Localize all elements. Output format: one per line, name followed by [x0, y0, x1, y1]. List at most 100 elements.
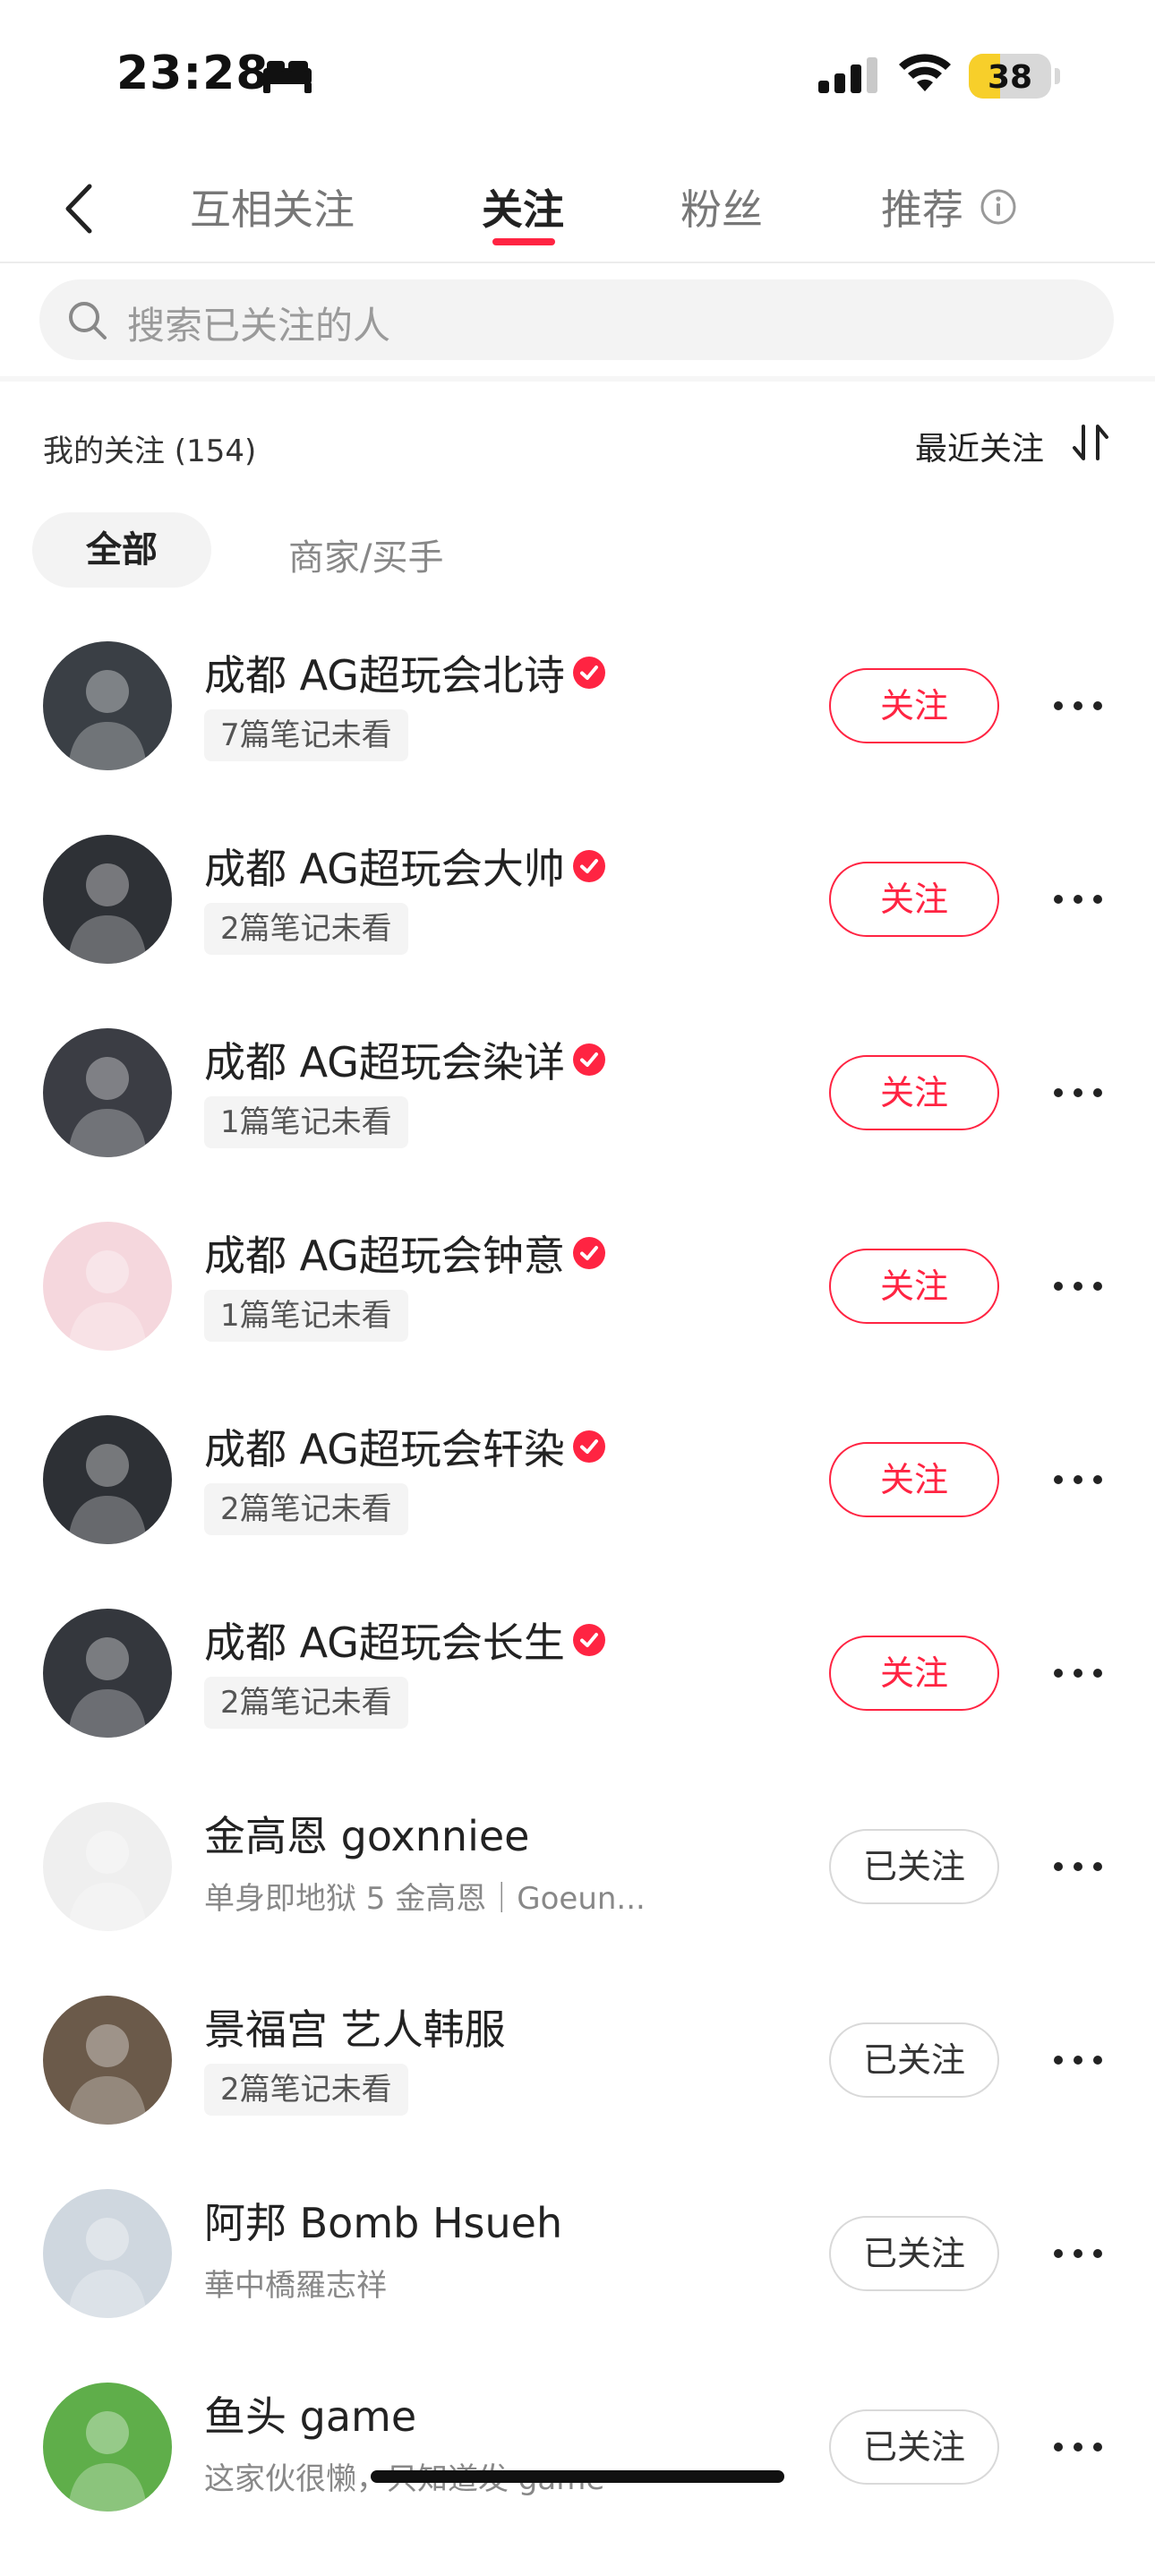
tab-following[interactable]: 关注: [482, 177, 564, 236]
filter-merchant[interactable]: 商家/买手: [288, 528, 443, 580]
avatar-silhouette-icon: [68, 1057, 147, 1157]
user-name[interactable]: 成都 AG超玩会染详: [204, 1038, 565, 1086]
following-button[interactable]: 已关注: [829, 2216, 999, 2291]
unread-notes-tag: 1篇笔记未看: [204, 1290, 408, 1342]
home-indicator[interactable]: [371, 2470, 784, 2483]
follow-button[interactable]: 关注: [829, 1442, 999, 1517]
user-name[interactable]: 阿邦 Bomb Hsueh: [204, 2199, 562, 2247]
search-input[interactable]: 搜索已关注的人: [39, 279, 1114, 360]
follow-button[interactable]: 关注: [829, 1249, 999, 1324]
user-name[interactable]: 成都 AG超玩会轩染: [204, 1425, 565, 1473]
tab-recommend[interactable]: 推荐: [881, 177, 963, 236]
unread-notes-tag: 2篇笔记未看: [204, 1483, 408, 1535]
avatar[interactable]: [43, 835, 172, 964]
more-options-icon[interactable]: [1051, 1666, 1105, 1680]
filter-all[interactable]: 全部: [32, 512, 211, 588]
avatar[interactable]: [43, 1996, 172, 2125]
status-bar: 23:28 38: [0, 0, 1155, 152]
avatar-silhouette-icon: [68, 863, 147, 964]
verified-badge-icon: [572, 1043, 606, 1077]
user-name[interactable]: 景福宫 艺人韩服: [204, 2005, 506, 2054]
following-button[interactable]: 已关注: [829, 1829, 999, 1904]
section-divider: [0, 376, 1155, 382]
top-nav: 互相关注 关注 粉丝 推荐: [0, 161, 1155, 263]
avatar-silhouette-icon: [68, 670, 147, 770]
avatar-silhouette-icon: [68, 2411, 147, 2512]
back-arrow-icon[interactable]: [54, 177, 107, 240]
avatar-silhouette-icon: [68, 1250, 147, 1351]
avatar[interactable]: [43, 1415, 172, 1544]
follow-button[interactable]: 关注: [829, 1055, 999, 1130]
battery-tip: [1055, 68, 1060, 84]
tab-fans[interactable]: 粉丝: [680, 177, 763, 236]
user-bio: 单身即地狱 5 金高恩｜Goeun...: [204, 1881, 646, 1917]
avatar[interactable]: [43, 1028, 172, 1157]
unread-notes-tag: 7篇笔记未看: [204, 709, 408, 761]
user-name-line: 成都 AG超玩会北诗: [204, 643, 606, 700]
tab-mutual[interactable]: 互相关注: [190, 177, 355, 236]
verified-badge-icon: [572, 1430, 606, 1464]
follow-button[interactable]: 关注: [829, 1636, 999, 1711]
list-item[interactable]: 成都 AG超玩会北诗 7篇笔记未看 关注: [0, 641, 1155, 835]
following-button[interactable]: 已关注: [829, 2022, 999, 2098]
active-tab-indicator: [492, 238, 555, 245]
user-name-line: 成都 AG超玩会轩染: [204, 1417, 606, 1474]
more-options-icon[interactable]: [1051, 1086, 1105, 1100]
avatar[interactable]: [43, 641, 172, 770]
user-name[interactable]: 成都 AG超玩会钟意: [204, 1232, 565, 1280]
user-name[interactable]: 鱼头 game: [204, 2392, 416, 2441]
sort-order-icon[interactable]: [1071, 423, 1110, 462]
follow-button[interactable]: 关注: [829, 668, 999, 743]
filter-all-label: 全部: [86, 529, 158, 571]
more-options-icon[interactable]: [1051, 2246, 1105, 2261]
more-options-icon[interactable]: [1051, 699, 1105, 713]
list-item[interactable]: 成都 AG超玩会长生 2篇笔记未看 关注: [0, 1609, 1155, 1802]
list-item[interactable]: 阿邦 Bomb Hsueh 華中橋羅志祥 已关注: [0, 2189, 1155, 2383]
following-button[interactable]: 已关注: [829, 2409, 999, 2485]
verified-badge-icon: [572, 1623, 606, 1657]
more-options-icon[interactable]: [1051, 1279, 1105, 1293]
avatar-silhouette-icon: [68, 1444, 147, 1544]
more-options-icon[interactable]: [1051, 2053, 1105, 2067]
avatar[interactable]: [43, 1222, 172, 1351]
user-name[interactable]: 成都 AG超玩会北诗: [204, 651, 565, 700]
user-name-line: 景福宫 艺人韩服: [204, 1997, 506, 2055]
user-name[interactable]: 金高恩 goxnniee: [204, 1812, 529, 1860]
more-options-icon[interactable]: [1051, 1859, 1105, 1874]
more-options-icon[interactable]: [1051, 1473, 1105, 1487]
user-name-line: 阿邦 Bomb Hsueh: [204, 2191, 562, 2248]
avatar[interactable]: [43, 2189, 172, 2318]
following-count: 我的关注 (154): [43, 434, 257, 469]
unread-notes-tag: 2篇笔记未看: [204, 903, 408, 955]
list-item[interactable]: 成都 AG超玩会轩染 2篇笔记未看 关注: [0, 1415, 1155, 1609]
user-name[interactable]: 成都 AG超玩会长生: [204, 1619, 565, 1667]
wifi-icon: [899, 54, 951, 91]
list-item[interactable]: 景福宫 艺人韩服 2篇笔记未看 已关注: [0, 1996, 1155, 2189]
avatar-silhouette-icon: [68, 1637, 147, 1738]
follow-button[interactable]: 关注: [829, 862, 999, 937]
avatar[interactable]: [43, 2383, 172, 2512]
list-item[interactable]: 成都 AG超玩会染详 1篇笔记未看 关注: [0, 1028, 1155, 1222]
user-name-line: 成都 AG超玩会钟意: [204, 1224, 606, 1281]
verified-badge-icon: [572, 1236, 606, 1270]
avatar-silhouette-icon: [68, 1831, 147, 1931]
avatar[interactable]: [43, 1802, 172, 1931]
more-options-icon[interactable]: [1051, 2440, 1105, 2454]
list-item[interactable]: 金高恩 goxnniee 单身即地狱 5 金高恩｜Goeun... 已关注: [0, 1802, 1155, 1996]
list-item[interactable]: 成都 AG超玩会大帅 2篇笔记未看 关注: [0, 835, 1155, 1028]
avatar-silhouette-icon: [68, 2218, 147, 2318]
list-item[interactable]: 成都 AG超玩会钟意 1篇笔记未看 关注: [0, 1222, 1155, 1415]
status-time: 23:28: [116, 47, 270, 100]
unread-notes-tag: 1篇笔记未看: [204, 1096, 408, 1148]
unread-notes-tag: 2篇笔记未看: [204, 2064, 408, 2116]
search-placeholder: 搜索已关注的人: [127, 304, 391, 348]
verified-badge-icon: [572, 656, 606, 690]
avatar[interactable]: [43, 1609, 172, 1738]
battery-icon: 38: [969, 54, 1051, 99]
more-options-icon[interactable]: [1051, 892, 1105, 906]
sort-button[interactable]: 最近关注: [915, 423, 1044, 469]
user-bio: 華中橋羅志祥: [204, 2268, 387, 2304]
user-name[interactable]: 成都 AG超玩会大帅: [204, 845, 565, 893]
info-icon[interactable]: [980, 188, 1017, 226]
user-name-line: 成都 AG超玩会长生: [204, 1610, 606, 1668]
